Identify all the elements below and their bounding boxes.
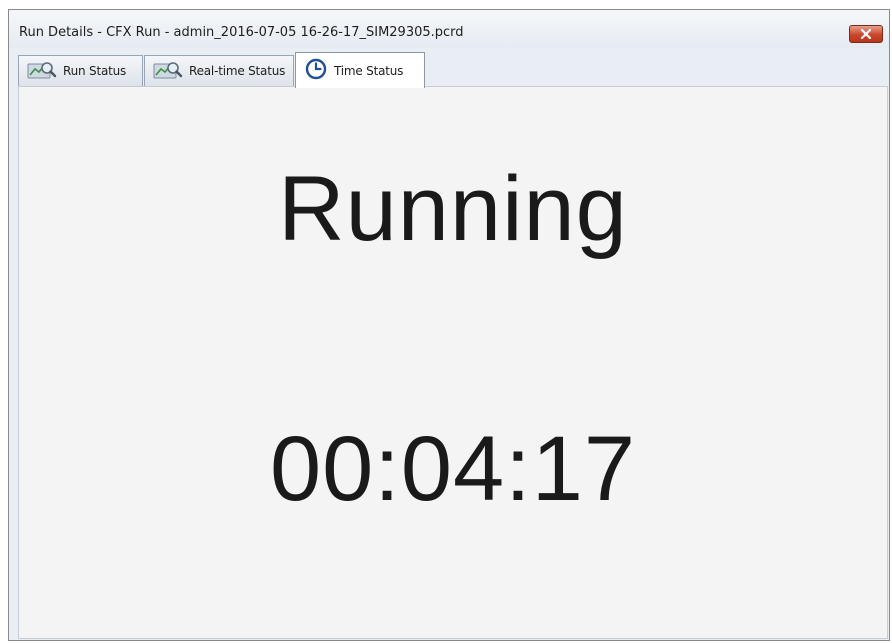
clock-icon bbox=[304, 57, 328, 84]
window-title: Run Details - CFX Run - admin_2016-07-05… bbox=[19, 25, 464, 40]
close-icon bbox=[860, 29, 872, 39]
tab-realtime-status[interactable]: Real-time Status bbox=[144, 55, 294, 86]
close-button[interactable] bbox=[849, 25, 883, 43]
run-details-window: Run Details - CFX Run - admin_2016-07-05… bbox=[8, 9, 890, 641]
tab-run-status-label: Run Status bbox=[63, 64, 127, 78]
tab-realtime-status-label: Real-time Status bbox=[189, 64, 286, 78]
title-bar[interactable]: Run Details - CFX Run - admin_2016-07-05… bbox=[9, 10, 889, 48]
chart-magnifier-icon bbox=[27, 59, 57, 84]
run-state-text: Running bbox=[278, 158, 628, 260]
time-status-panel: Running 00:04:17 bbox=[18, 86, 888, 639]
tab-strip: Run Status Real-time Status Time Status bbox=[18, 52, 889, 88]
tab-time-status[interactable]: Time Status bbox=[295, 52, 425, 88]
elapsed-time-text: 00:04:17 bbox=[269, 418, 637, 520]
chart-magnifier-icon bbox=[153, 59, 183, 84]
tab-run-status[interactable]: Run Status bbox=[18, 55, 143, 86]
tab-time-status-label: Time Status bbox=[334, 63, 404, 78]
